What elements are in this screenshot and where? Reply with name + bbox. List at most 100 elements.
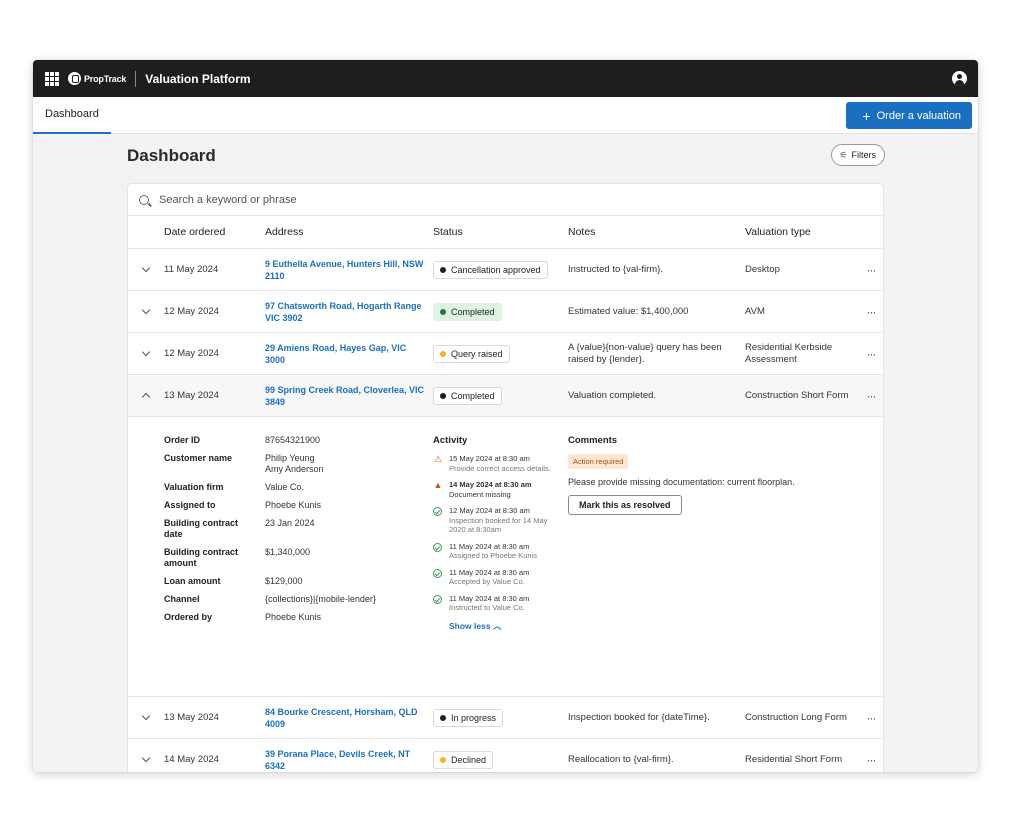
address-link[interactable]: 9 Euthella Avenue, Hunters Hill, NSW 211… bbox=[265, 259, 423, 281]
activity-time: 15 May 2024 at 8:30 am bbox=[449, 454, 530, 463]
valuation-type: Construction Long Form bbox=[745, 711, 847, 723]
plus-icon: + bbox=[862, 107, 871, 124]
table-row[interactable]: 13 May 2024 84 Bourke Crescent, Horsham,… bbox=[128, 697, 883, 739]
proptrack-logo-icon bbox=[68, 72, 81, 85]
status-dot bbox=[440, 756, 446, 763]
valuations-table-card: Search a keyword or phrase Date ordered … bbox=[127, 183, 884, 772]
status-badge: Query raised bbox=[433, 344, 510, 363]
check-circle-icon bbox=[433, 594, 442, 604]
header-date-ordered[interactable]: Date ordered bbox=[164, 226, 265, 238]
info-label: Assigned to bbox=[164, 500, 216, 510]
chevron-down-icon[interactable] bbox=[141, 347, 151, 357]
more-options-icon[interactable]: ··· bbox=[857, 263, 883, 277]
info-label: Loan amount bbox=[164, 576, 221, 586]
info-value: 23 Jan 2024 bbox=[265, 518, 315, 528]
notes-text: Inspection booked for {dateTime}. bbox=[568, 711, 710, 723]
chevron-up-icon[interactable] bbox=[141, 392, 151, 402]
more-options-icon[interactable]: ··· bbox=[857, 711, 883, 725]
valuation-type: Residential Kerbside Assessment bbox=[745, 341, 833, 365]
filter-sliders-icon: ⚟ bbox=[839, 149, 848, 160]
notes-text: Instructed to {val-firm}. bbox=[568, 263, 664, 275]
status-badge: In progress bbox=[433, 708, 504, 727]
more-options-icon[interactable]: ··· bbox=[857, 305, 883, 319]
date-ordered: 13 May 2024 bbox=[164, 712, 219, 723]
table-row[interactable]: 11 May 2024 9 Euthella Avenue, Hunters H… bbox=[128, 249, 883, 291]
app-grid-icon[interactable] bbox=[45, 71, 59, 86]
proptrack-logo[interactable]: PropTrack bbox=[68, 72, 126, 85]
date-ordered: 12 May 2024 bbox=[164, 348, 219, 359]
main-content: Dashboard ⚟ Filters Search a keyword or … bbox=[127, 144, 885, 772]
table-row-expanded[interactable]: 13 May 2024 99 Spring Creek Road, Clover… bbox=[128, 375, 883, 417]
activity-desc: Inspection booked for 14 May 2020 at 8:3… bbox=[449, 515, 548, 535]
table-row[interactable]: 14 May 2024 39 Porana Place, Devils Cree… bbox=[128, 739, 883, 772]
header-valuation-type[interactable]: Valuation type bbox=[745, 226, 857, 238]
info-label: date bbox=[164, 529, 183, 539]
info-label: Channel bbox=[164, 594, 200, 604]
filters-button[interactable]: ⚟ Filters bbox=[831, 144, 885, 166]
chevron-down-icon[interactable] bbox=[141, 753, 151, 763]
show-less-link[interactable]: Show less ︿ bbox=[449, 620, 563, 632]
chevron-down-icon[interactable] bbox=[141, 305, 151, 315]
status-label: Completed bbox=[451, 390, 495, 401]
top-bar: PropTrack Valuation Platform bbox=[33, 60, 978, 97]
header-notes[interactable]: Notes bbox=[568, 226, 745, 238]
activity-log: Activity ⚠ 15 May 2024 at 8:30 am Provide… bbox=[433, 435, 563, 632]
address-link[interactable]: 97 Chatsworth Road, Hogarth Range VIC 39… bbox=[265, 301, 422, 323]
divider bbox=[135, 70, 137, 87]
info-value: $1,340,000 bbox=[265, 547, 311, 557]
activity-item: ⚠ 15 May 2024 at 8:30 am Provide correct … bbox=[433, 454, 563, 473]
header-address[interactable]: Address bbox=[265, 226, 433, 238]
info-row: Customer name Philip Yeung Amy Anderson bbox=[164, 453, 425, 475]
more-options-icon[interactable]: ··· bbox=[857, 347, 883, 361]
status-label: In progress bbox=[451, 712, 497, 723]
status-label: Declined bbox=[451, 754, 487, 765]
user-account-icon[interactable] bbox=[952, 71, 967, 86]
filters-label: Filters bbox=[851, 150, 877, 160]
table-row[interactable]: 12 May 2024 29 Amiens Road, Hayes Gap, V… bbox=[128, 333, 883, 375]
warning-filled-icon: ▲ bbox=[433, 480, 443, 490]
address-link[interactable]: 29 Amiens Road, Hayes Gap, VIC 3000 bbox=[265, 343, 406, 365]
info-value: 87654321900 bbox=[265, 435, 321, 445]
notes-text: Valuation completed. bbox=[568, 389, 657, 401]
address-link[interactable]: 99 Spring Creek Road, Cloverlea, VIC 384… bbox=[265, 385, 424, 407]
tab-dashboard[interactable]: Dashboard bbox=[33, 97, 111, 134]
info-label: Order ID bbox=[164, 435, 201, 445]
chevron-down-icon[interactable] bbox=[141, 263, 151, 273]
search-bar[interactable]: Search a keyword or phrase bbox=[128, 184, 883, 216]
valuation-type: Desktop bbox=[745, 263, 780, 275]
app-window: PropTrack Valuation Platform Dashboard +… bbox=[33, 60, 978, 772]
tab-bar: Dashboard + Order a valuation bbox=[33, 97, 978, 134]
order-valuation-label: Order a valuation bbox=[876, 109, 961, 122]
activity-desc: Accepted by Value Co. bbox=[449, 577, 525, 586]
activity-time: 11 May 2024 at 8:30 am bbox=[449, 541, 530, 551]
table-header: Date ordered Address Status Notes Valuat… bbox=[128, 216, 883, 249]
date-ordered: 12 May 2024 bbox=[164, 306, 219, 317]
comments-section: Comments Action required Please provide … bbox=[568, 435, 868, 515]
more-options-icon[interactable]: ··· bbox=[857, 753, 883, 767]
more-options-icon[interactable]: ··· bbox=[857, 389, 883, 403]
address-link[interactable]: 84 Bourke Crescent, Horsham, QLD 4009 bbox=[265, 707, 418, 729]
address-link[interactable]: 39 Porana Place, Devils Creek, NT 6342 bbox=[265, 749, 410, 771]
info-value: $129,000 bbox=[265, 576, 303, 586]
valuation-type: AVM bbox=[745, 305, 765, 317]
warning-outline-icon: ⚠ bbox=[433, 454, 443, 464]
info-label: Building contract bbox=[164, 547, 238, 557]
search-input[interactable]: Search a keyword or phrase bbox=[159, 194, 297, 206]
date-ordered: 13 May 2024 bbox=[164, 390, 219, 401]
table-row[interactable]: 12 May 2024 97 Chatsworth Road, Hogarth … bbox=[128, 291, 883, 333]
info-row: Valuation firm Value Co. bbox=[164, 482, 425, 493]
status-dot bbox=[440, 392, 446, 399]
header-status[interactable]: Status bbox=[433, 226, 568, 238]
status-dot bbox=[440, 308, 446, 315]
mark-resolved-button[interactable]: Mark this as resolved bbox=[568, 495, 682, 515]
info-label: Building contract bbox=[164, 518, 238, 528]
info-value: {collections}|{mobile-lender} bbox=[265, 594, 376, 604]
status-label: Completed bbox=[451, 306, 495, 317]
activity-time: 12 May 2024 at 8:30 am bbox=[449, 506, 530, 515]
activity-item: 11 May 2024 at 8:30 am Assigned to Phoebe… bbox=[433, 542, 563, 561]
activity-item: ▲ 14 May 2024 at 8:30 am Document missing bbox=[433, 480, 563, 499]
chevron-down-icon[interactable] bbox=[141, 711, 151, 721]
date-ordered: 14 May 2024 bbox=[164, 754, 219, 765]
order-valuation-button[interactable]: + Order a valuation bbox=[846, 102, 972, 129]
info-row: Loan amount $129,000 bbox=[164, 576, 425, 587]
